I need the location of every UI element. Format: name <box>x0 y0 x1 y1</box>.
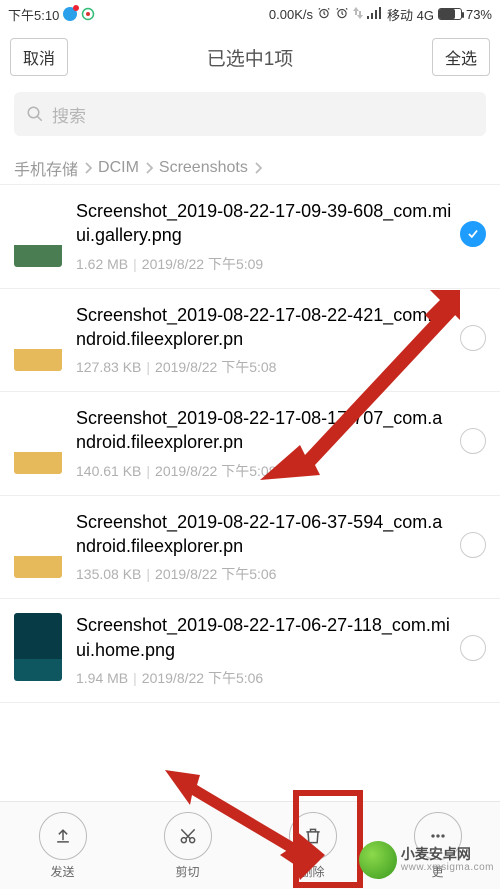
file-list: Screenshot_2019-08-22-17-09-39-608_com.m… <box>0 184 500 703</box>
file-size: 1.62 MB <box>76 256 128 272</box>
selection-checkbox[interactable] <box>460 428 486 454</box>
search-icon <box>26 105 44 123</box>
more-action[interactable]: 更 <box>414 812 462 880</box>
more-icon <box>414 812 462 860</box>
cut-action[interactable]: 剪切 <box>164 812 212 880</box>
search-field[interactable]: 搜索 <box>14 92 486 136</box>
send-label: 发送 <box>50 863 74 880</box>
list-item[interactable]: Screenshot_2019-08-22-17-06-37-594_com.a… <box>0 496 500 600</box>
qq-notification-icon <box>63 7 77 21</box>
file-info: Screenshot_2019-08-22-17-09-39-608_com.m… <box>76 199 452 274</box>
file-thumbnail <box>14 303 62 371</box>
status-left: 下午5:10 <box>8 5 95 24</box>
chevron-right-icon <box>145 162 153 174</box>
selection-checkbox[interactable] <box>460 325 486 351</box>
crumb-screenshots[interactable]: Screenshots <box>159 159 248 177</box>
file-name: Screenshot_2019-08-22-17-06-37-594_com.a… <box>76 510 452 559</box>
file-info: Screenshot_2019-08-22-17-08-17-707_com.a… <box>76 406 452 481</box>
file-date: 2019/8/22 下午5:08 <box>155 463 276 479</box>
file-date: 2019/8/22 下午5:06 <box>155 566 276 582</box>
alarm-icon <box>317 6 331 23</box>
file-size: 135.08 KB <box>76 566 141 582</box>
file-meta: 1.94 MB|2019/8/22 下午5:06 <box>76 668 452 688</box>
alarm-icon-2 <box>335 6 349 23</box>
file-info: Screenshot_2019-08-22-17-06-37-594_com.a… <box>76 510 452 585</box>
file-thumbnail <box>14 510 62 578</box>
file-name: Screenshot_2019-08-22-17-09-39-608_com.m… <box>76 199 452 248</box>
file-name: Screenshot_2019-08-22-17-08-17-707_com.a… <box>76 406 452 455</box>
crumb-dcim[interactable]: DCIM <box>98 159 139 177</box>
cut-icon <box>164 812 212 860</box>
selection-top-bar: 取消 已选中1项 全选 <box>0 28 500 86</box>
delete-action[interactable]: 删除 <box>289 812 337 880</box>
file-name: Screenshot_2019-08-22-17-06-27-118_com.m… <box>76 613 452 662</box>
file-info: Screenshot_2019-08-22-17-06-27-118_com.m… <box>76 613 452 688</box>
data-transfer-icon <box>353 6 363 23</box>
file-meta: 1.62 MB|2019/8/22 下午5:09 <box>76 254 452 274</box>
list-item[interactable]: Screenshot_2019-08-22-17-06-27-118_com.m… <box>0 599 500 703</box>
signal-icon <box>367 7 383 22</box>
more-label: 更 <box>431 863 443 880</box>
app-notification-icon <box>81 7 95 21</box>
send-icon <box>39 812 87 860</box>
list-item[interactable]: Screenshot_2019-08-22-17-08-22-421_com.a… <box>0 289 500 393</box>
file-thumbnail <box>14 613 62 681</box>
file-name: Screenshot_2019-08-22-17-08-22-421_com.a… <box>76 303 452 352</box>
battery-icon <box>438 8 462 20</box>
battery-percent: 73% <box>466 7 492 22</box>
delete-label: 删除 <box>300 863 324 880</box>
send-action[interactable]: 发送 <box>39 812 87 880</box>
file-meta: 127.83 KB|2019/8/22 下午5:08 <box>76 357 452 377</box>
delete-icon <box>289 812 337 860</box>
file-size: 1.94 MB <box>76 670 128 686</box>
list-item[interactable]: Screenshot_2019-08-22-17-08-17-707_com.a… <box>0 392 500 496</box>
selection-title: 已选中1项 <box>68 44 432 71</box>
chevron-right-icon <box>84 162 92 174</box>
file-date: 2019/8/22 下午5:09 <box>142 256 263 272</box>
file-size: 127.83 KB <box>76 359 141 375</box>
crumb-storage[interactable]: 手机存储 <box>14 156 78 180</box>
status-bar: 下午5:10 0.00K/s 移动 4G 73% <box>0 0 500 28</box>
file-meta: 140.61 KB|2019/8/22 下午5:08 <box>76 461 452 481</box>
status-time: 下午5:10 <box>8 5 59 24</box>
selection-checkbox[interactable] <box>460 635 486 661</box>
chevron-right-icon <box>254 162 262 174</box>
net-speed: 0.00K/s <box>269 7 313 22</box>
breadcrumb: 手机存储 DCIM Screenshots <box>0 146 500 184</box>
select-all-button[interactable]: 全选 <box>432 38 490 76</box>
bottom-action-bar: 发送 剪切 删除 更 <box>0 801 500 889</box>
file-date: 2019/8/22 下午5:06 <box>142 670 263 686</box>
carrier-label: 移动 4G <box>387 5 434 24</box>
file-date: 2019/8/22 下午5:08 <box>155 359 276 375</box>
cut-label: 剪切 <box>175 863 199 880</box>
file-info: Screenshot_2019-08-22-17-08-22-421_com.a… <box>76 303 452 378</box>
file-thumbnail <box>14 199 62 267</box>
file-size: 140.61 KB <box>76 463 141 479</box>
search-placeholder: 搜索 <box>52 102 86 127</box>
cancel-button[interactable]: 取消 <box>10 38 68 76</box>
file-meta: 135.08 KB|2019/8/22 下午5:06 <box>76 564 452 584</box>
selection-checkbox[interactable] <box>460 532 486 558</box>
battery-level <box>439 9 455 19</box>
selection-checkbox[interactable] <box>460 221 486 247</box>
list-item[interactable]: Screenshot_2019-08-22-17-09-39-608_com.m… <box>0 185 500 289</box>
status-right: 0.00K/s 移动 4G 73% <box>269 5 492 24</box>
file-thumbnail <box>14 406 62 474</box>
